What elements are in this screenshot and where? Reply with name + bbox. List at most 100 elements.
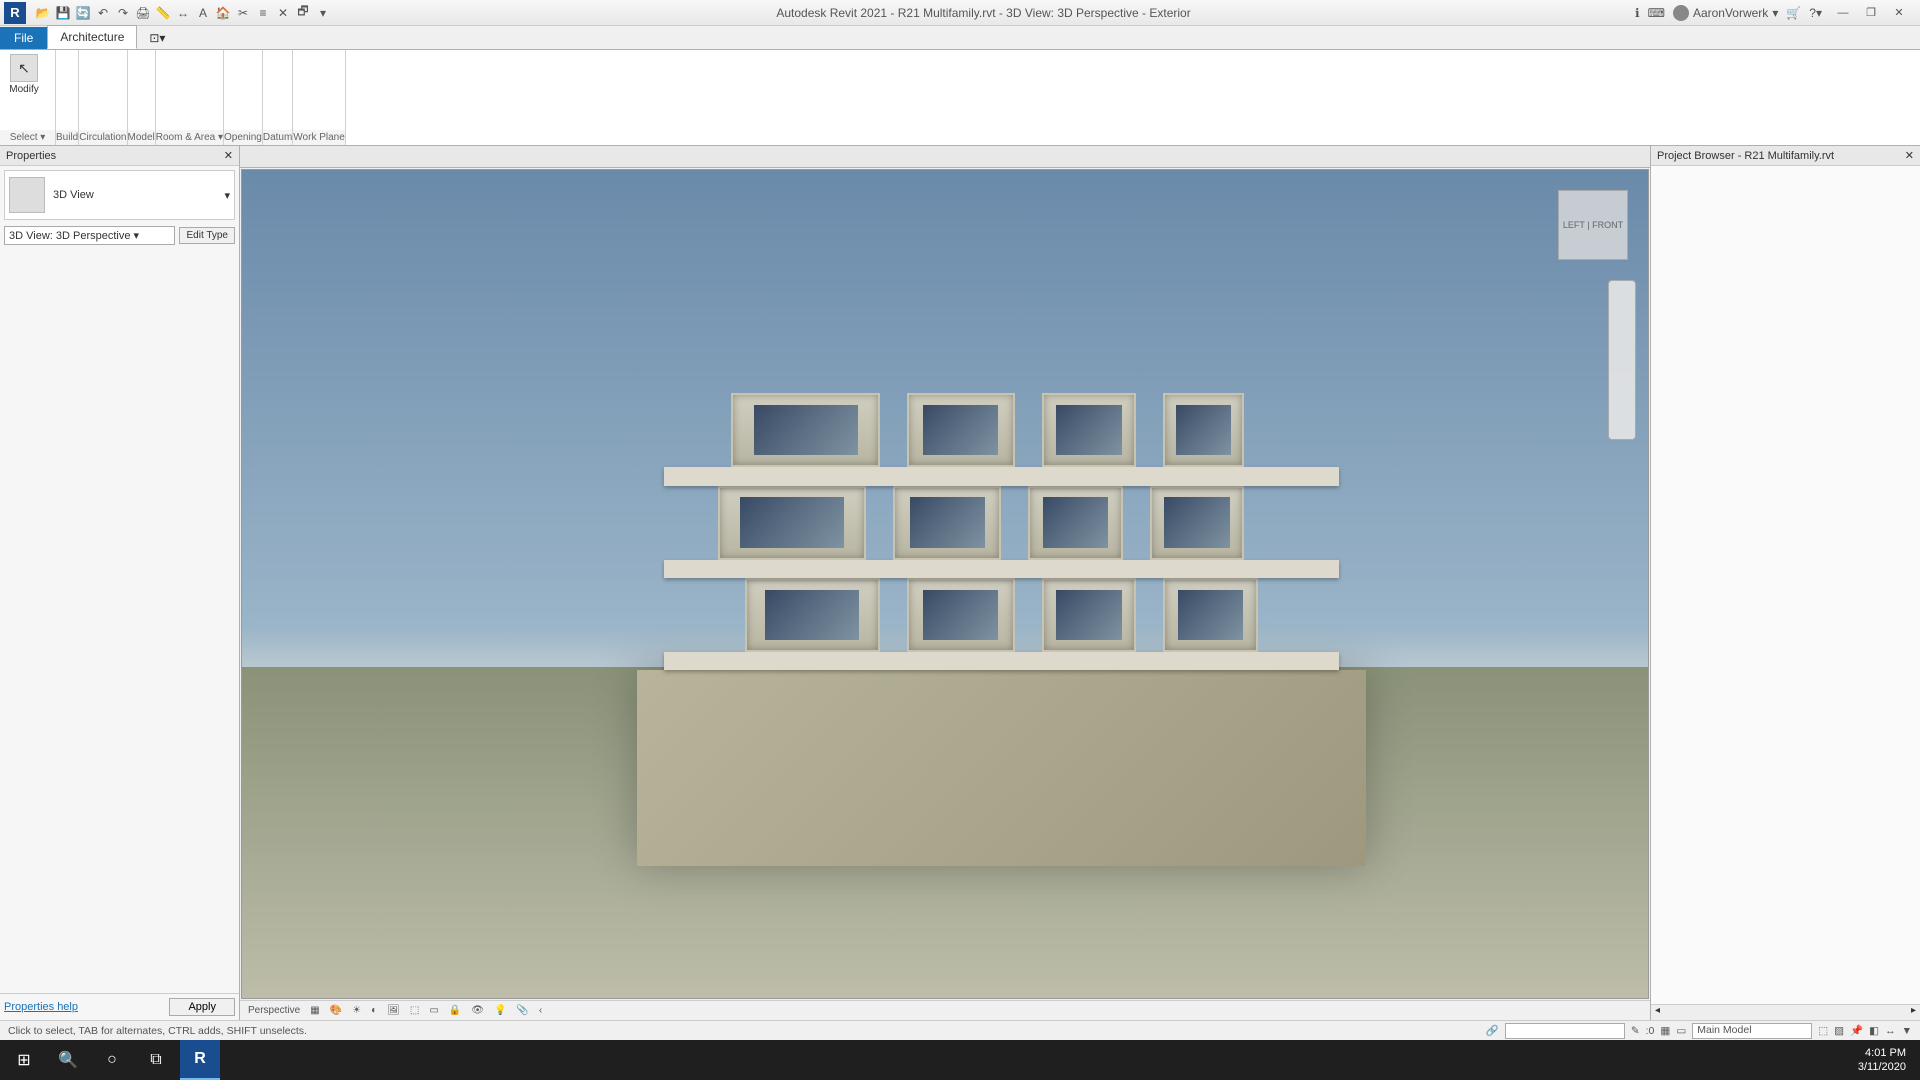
main-model-dropdown[interactable]: Main Model (1692, 1023, 1812, 1039)
workset-icon[interactable]: 🔗 (1486, 1024, 1499, 1037)
cursor-icon: ↖ (10, 54, 38, 82)
view-control-bar: Perspective ▦ 🎨 ☀ ◐ 🖼 ⬚ ▭ 🔒 👁 💡 📎 ‹ (240, 1000, 1650, 1020)
select-pinned-icon[interactable]: 📌 (1850, 1024, 1863, 1037)
task-view-icon[interactable]: ⧉ (136, 1040, 176, 1080)
view-tabs (240, 146, 1650, 168)
status-hint: Click to select, TAB for alternates, CTR… (8, 1025, 307, 1037)
qat-section-icon[interactable]: ✂ (234, 4, 252, 22)
reveal-icon[interactable]: 💡 (492, 1005, 508, 1016)
panel-label-select[interactable]: Select ▾ (0, 130, 55, 145)
workset-dropdown[interactable] (1505, 1023, 1625, 1039)
window-minimize[interactable]: — (1830, 3, 1856, 23)
panel-label-circulation: Circulation (79, 130, 126, 145)
qat-redo-icon[interactable]: ↷ (114, 4, 132, 22)
panel-label-opening: Opening (224, 130, 262, 145)
qat-print-icon[interactable]: 🖨 (134, 4, 152, 22)
temp-hide-icon[interactable]: 👁 (469, 1005, 486, 1016)
apply-button[interactable]: Apply (169, 998, 235, 1016)
design-options-icon[interactable]: ▦ (1660, 1025, 1670, 1037)
browser-tree[interactable] (1651, 166, 1920, 1004)
taskbar-revit[interactable]: R (180, 1040, 220, 1080)
qat-close-icon[interactable]: ✕ (274, 4, 292, 22)
clock-date: 3/11/2020 (1858, 1060, 1906, 1074)
close-icon[interactable]: ✕ (1905, 149, 1914, 162)
select-links-icon[interactable]: ⬚ (1818, 1025, 1828, 1037)
qat-switch-icon[interactable]: 🗗 (294, 4, 312, 22)
building-model (664, 352, 1339, 865)
chevron-down-icon: ▾ (1772, 6, 1778, 20)
keytips-icon[interactable]: ⌨ (1648, 6, 1665, 20)
render-icon[interactable]: 🖼 (385, 1005, 402, 1016)
system-tray[interactable]: 4:01 PM 3/11/2020 (1858, 1046, 1916, 1075)
ribbon-tabs: File Architecture ⊡▾ (0, 26, 1920, 50)
qat-measure-icon[interactable]: 📏 (154, 4, 172, 22)
type-name: 3D View (53, 189, 94, 201)
crop-icon[interactable]: ⬚ (408, 1005, 421, 1016)
avatar-icon (1673, 5, 1689, 21)
window-restore[interactable]: ❐ (1858, 3, 1884, 23)
qat-text-icon[interactable]: A (194, 4, 212, 22)
properties-header[interactable]: Properties ✕ (0, 146, 239, 166)
view-area: LEFT | FRONT Perspective ▦ 🎨 ☀ ◐ 🖼 ⬚ ▭ 🔒… (240, 146, 1650, 1020)
app-logo: R (4, 2, 26, 24)
instance-dropdown[interactable]: 3D View: 3D Perspective ▾ (4, 226, 175, 245)
select-face-icon[interactable]: ◧ (1869, 1025, 1879, 1037)
visual-style-icon[interactable]: 🎨 (328, 1005, 344, 1016)
user-chip[interactable]: AaronVorwerk ▾ (1673, 5, 1778, 21)
filter-icon[interactable]: ▼ (1902, 1025, 1912, 1037)
qat-save-icon[interactable]: 💾 (54, 4, 72, 22)
shadows-icon[interactable]: ◐ (369, 1005, 379, 1016)
ribbon-tab-architecture[interactable]: Architecture (47, 25, 137, 49)
cart-icon[interactable]: 🛒 (1786, 6, 1801, 20)
cortana-icon[interactable]: ○ (92, 1040, 132, 1080)
view-cube[interactable]: LEFT | FRONT (1558, 190, 1628, 260)
file-tab[interactable]: File (0, 27, 47, 49)
editable-icon[interactable]: ✎ (1631, 1025, 1640, 1037)
window-close[interactable]: ✕ (1886, 3, 1912, 23)
qat-dim-icon[interactable]: ↔ (174, 4, 192, 22)
search-icon[interactable]: 🔍 (48, 1040, 88, 1080)
select-underlay-icon[interactable]: ▨ (1834, 1025, 1844, 1037)
chevron-left-icon[interactable]: ‹ (537, 1005, 544, 1016)
infocenter-icon[interactable]: ℹ (1635, 6, 1640, 20)
user-name: AaronVorwerk (1693, 6, 1768, 20)
properties-panel: Properties ✕ 3D View ▾ 3D View: 3D Persp… (0, 146, 240, 1020)
constraints-icon[interactable]: 📎 (514, 1005, 530, 1016)
qat-thin-icon[interactable]: ≡ (254, 4, 272, 22)
help-icon[interactable]: ?▾ (1809, 6, 1822, 20)
panel-label-build: Build (56, 130, 78, 145)
type-selector[interactable]: 3D View ▾ (4, 170, 235, 220)
modify-tool[interactable]: ↖ Modify (4, 52, 44, 97)
close-icon[interactable]: ✕ (224, 149, 233, 162)
qat-open-icon[interactable]: 📂 (34, 4, 52, 22)
detail-level-icon[interactable]: ▦ (308, 1005, 321, 1016)
sun-path-icon[interactable]: ☀ (350, 1005, 363, 1016)
panel-label-model: Model (128, 130, 155, 145)
browser-header[interactable]: Project Browser - R21 Multifamily.rvt ✕ (1651, 146, 1920, 166)
qat-3d-icon[interactable]: 🏠 (214, 4, 232, 22)
qat-dropdown-icon[interactable]: ▾ (314, 4, 332, 22)
title-bar: R 📂 💾 🔄 ↶ ↷ 🖨 📏 ↔ A 🏠 ✂ ≡ ✕ 🗗 ▾ Autodesk… (0, 0, 1920, 26)
browser-scrollbar[interactable]: ◂▸ (1651, 1004, 1920, 1020)
3d-canvas[interactable]: LEFT | FRONT (241, 169, 1649, 999)
panel-label-room-area[interactable]: Room & Area ▾ (156, 130, 223, 145)
crop-region-icon[interactable]: ▭ (427, 1005, 440, 1016)
scale-label[interactable]: Perspective (246, 1005, 302, 1016)
ribbon-expander-icon[interactable]: ⊡▾ (137, 27, 177, 49)
model-groups-icon[interactable]: ▭ (1676, 1025, 1686, 1037)
quick-access-toolbar: 📂 💾 🔄 ↶ ↷ 🖨 📏 ↔ A 🏠 ✂ ≡ ✕ 🗗 ▾ (34, 4, 332, 22)
project-browser: Project Browser - R21 Multifamily.rvt ✕ … (1650, 146, 1920, 1020)
navigation-bar[interactable] (1608, 280, 1636, 440)
title-right-cluster: ℹ ⌨ AaronVorwerk ▾ 🛒 ?▾ — ❐ ✕ (1635, 3, 1912, 23)
lock-icon[interactable]: 🔒 (447, 1005, 463, 1016)
status-bar: Click to select, TAB for alternates, CTR… (0, 1020, 1920, 1040)
panel-label-workplane: Work Plane (293, 130, 345, 145)
windows-taskbar: ⊞ 🔍 ○ ⧉ R 4:01 PM 3/11/2020 (0, 1040, 1920, 1080)
properties-help-link[interactable]: Properties help (4, 1001, 78, 1013)
qat-sync-icon[interactable]: 🔄 (74, 4, 92, 22)
clock-time: 4:01 PM (1858, 1046, 1906, 1060)
edit-type-button[interactable]: Edit Type (179, 227, 235, 244)
drag-icon[interactable]: ↔ (1885, 1025, 1896, 1037)
start-button[interactable]: ⊞ (4, 1040, 44, 1080)
qat-undo-icon[interactable]: ↶ (94, 4, 112, 22)
